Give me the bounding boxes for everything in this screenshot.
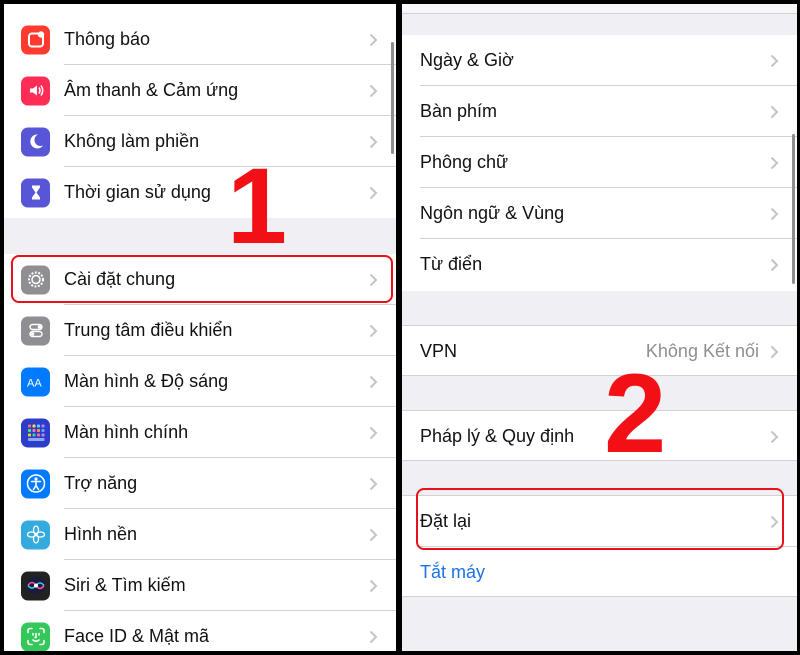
settings-row-vpn[interactable]: VPN Không Kết nối xyxy=(402,326,797,377)
settings-row-fonts[interactable]: Phông chữ xyxy=(402,137,797,188)
settings-row-siri[interactable]: Siri & Tìm kiếm xyxy=(4,560,396,611)
settings-row-label: Ngôn ngữ & Vùng xyxy=(420,203,565,223)
notifications-icon xyxy=(21,25,50,54)
settings-row-label: Ngày & Giờ xyxy=(420,50,514,70)
left-settings-panel: Thông báo Âm thanh & Cảm ứng Không làm p… xyxy=(4,4,396,651)
chevron-right-icon xyxy=(369,579,378,593)
settings-row-legal[interactable]: Pháp lý & Quy định xyxy=(402,411,797,462)
settings-row-label: Từ điển xyxy=(420,254,483,274)
settings-group-legal: Pháp lý & Quy định xyxy=(402,410,797,461)
chevron-right-icon xyxy=(369,324,378,338)
scrollbar[interactable] xyxy=(792,134,795,284)
settings-row-screen-time[interactable]: Thời gian sử dụng xyxy=(4,167,396,218)
settings-group-vpn: VPN Không Kết nối xyxy=(402,325,797,376)
chevron-right-icon xyxy=(369,186,378,200)
settings-row-label: Âm thanh & Cảm ứng xyxy=(64,80,239,100)
settings-row-label: Màn hình & Độ sáng xyxy=(64,371,229,391)
navigation-bar xyxy=(402,4,797,14)
highlight-general-row xyxy=(11,255,393,303)
chevron-right-icon xyxy=(770,258,779,272)
settings-row-label: Không làm phiền xyxy=(64,131,200,151)
settings-row-label: Màn hình chính xyxy=(64,422,189,442)
scrollbar[interactable] xyxy=(391,42,394,154)
settings-row-label: Trợ năng xyxy=(64,473,138,493)
chevron-right-icon xyxy=(369,33,378,47)
highlight-reset-row xyxy=(416,488,784,550)
settings-row-do-not-disturb[interactable]: Không làm phiền xyxy=(4,116,396,167)
home-screen-icon xyxy=(21,418,50,447)
chevron-right-icon xyxy=(770,54,779,68)
settings-row-keyboard[interactable]: Bàn phím xyxy=(402,86,797,137)
siri-icon xyxy=(21,571,50,600)
settings-row-date-time[interactable]: Ngày & Giờ xyxy=(402,35,797,86)
settings-group-date-keyboard: Ngày & Giờ Bàn phím Phông chữ Ngôn ngữ &… xyxy=(402,35,797,291)
right-settings-panel: Ngày & Giờ Bàn phím Phông chữ Ngôn ngữ &… xyxy=(402,4,797,651)
chevron-right-icon xyxy=(369,630,378,644)
hourglass-icon xyxy=(21,178,50,207)
wallpaper-icon xyxy=(21,520,50,549)
settings-group-general: Cài đặt chung Trung tâm điều khiển AA Mà… xyxy=(4,254,396,651)
settings-row-label: Thông báo xyxy=(64,29,151,49)
settings-group-notifications: Thông báo Âm thanh & Cảm ứng Không làm p… xyxy=(4,4,396,218)
settings-row-dictionary[interactable]: Từ điển xyxy=(402,239,797,290)
settings-row-control-center[interactable]: Trung tâm điều khiển xyxy=(4,305,396,356)
moon-icon xyxy=(21,127,50,156)
settings-row-label: VPN xyxy=(420,341,458,361)
settings-row-accessibility[interactable]: Trợ năng xyxy=(4,458,396,509)
chevron-right-icon xyxy=(369,135,378,149)
settings-row-label: Trung tâm điều khiển xyxy=(64,320,233,340)
chevron-right-icon xyxy=(369,528,378,542)
chevron-right-icon xyxy=(770,156,779,170)
settings-row-label: Pháp lý & Quy định xyxy=(420,426,575,446)
shutdown-label: Tắt máy xyxy=(420,562,486,582)
step-number-2: 2 xyxy=(604,351,667,476)
control-center-icon xyxy=(21,316,50,345)
settings-row-display[interactable]: AA Màn hình & Độ sáng xyxy=(4,356,396,407)
chevron-right-icon xyxy=(770,105,779,119)
shutdown-button[interactable]: Tắt máy xyxy=(402,547,797,598)
settings-row-label: Face ID & Mật mã xyxy=(64,626,210,646)
settings-row-notifications[interactable]: Thông báo xyxy=(4,14,396,65)
sounds-icon xyxy=(21,76,50,105)
chevron-right-icon xyxy=(770,430,779,444)
settings-row-sounds[interactable]: Âm thanh & Cảm ứng xyxy=(4,65,396,116)
face-id-icon xyxy=(21,622,50,651)
chevron-right-icon xyxy=(369,375,378,389)
step-number-1: 1 xyxy=(227,145,288,266)
settings-row-label: Phông chữ xyxy=(420,152,509,172)
chevron-right-icon xyxy=(770,207,779,221)
settings-row-language-region[interactable]: Ngôn ngữ & Vùng xyxy=(402,188,797,239)
settings-row-wallpaper[interactable]: Hình nền xyxy=(4,509,396,560)
chevron-right-icon xyxy=(770,345,779,359)
accessibility-icon xyxy=(21,469,50,498)
chevron-right-icon xyxy=(369,84,378,98)
chevron-right-icon xyxy=(369,477,378,491)
chevron-right-icon xyxy=(369,426,378,440)
settings-row-label: Thời gian sử dụng xyxy=(64,182,211,202)
settings-row-face-id[interactable]: Face ID & Mật mã xyxy=(4,611,396,651)
display-icon: AA xyxy=(21,367,50,396)
settings-row-label: Siri & Tìm kiếm xyxy=(64,575,186,595)
settings-row-label: Hình nền xyxy=(64,524,138,544)
settings-row-home-screen[interactable]: Màn hình chính xyxy=(4,407,396,458)
settings-row-label: Bàn phím xyxy=(420,101,498,121)
svg-text:AA: AA xyxy=(27,378,42,389)
